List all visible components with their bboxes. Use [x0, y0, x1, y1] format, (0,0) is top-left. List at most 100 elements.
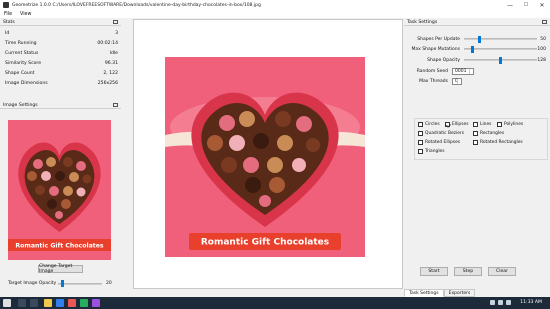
image-settings-title: Image Settings	[3, 102, 38, 108]
float-icon[interactable]	[542, 20, 547, 24]
cortana-icon[interactable]	[18, 299, 26, 307]
maximize-button[interactable]: ☐	[518, 0, 534, 10]
shapes-per-update-slider[interactable]	[464, 38, 537, 40]
stats-title: Stats	[3, 19, 15, 25]
tab-task-settings[interactable]: Task Settings	[404, 289, 444, 297]
start-button[interactable]: Start	[420, 267, 448, 276]
spin-arrows-icon[interactable]	[457, 79, 461, 84]
checkbox-triangles[interactable]: Triangles	[418, 149, 445, 154]
stat-label: Current Status	[5, 50, 39, 56]
volume-icon[interactable]	[498, 300, 503, 305]
shapes-per-update-row: Shapes Per Update 50	[408, 35, 548, 44]
close-button[interactable]: ✕	[534, 0, 550, 10]
max-threads-spinbox[interactable]: 0	[452, 78, 462, 85]
dock-tabs: Task Settings Exporters	[404, 289, 476, 297]
max-shape-mutations-row: Max Shape Mutations 100	[408, 45, 548, 54]
checkbox-box[interactable]	[445, 122, 450, 127]
stats-dock-title: Stats	[0, 19, 121, 26]
stat-value: 3	[115, 30, 118, 36]
menu-view[interactable]: View	[20, 12, 31, 17]
stat-label: Time Running	[5, 40, 37, 46]
max-threads-row: Max Threads 0	[408, 77, 548, 86]
geometrize-taskbar-icon[interactable]	[92, 299, 100, 307]
checkbox-circles[interactable]: Circles	[418, 122, 440, 127]
target-opacity-slider-thumb[interactable]	[61, 280, 65, 287]
checkbox-box[interactable]	[418, 131, 423, 136]
stat-label: Similarity Score	[5, 60, 42, 66]
spin-arrows-icon[interactable]	[469, 69, 473, 74]
float-icon[interactable]	[113, 103, 118, 107]
checkbox-lines[interactable]: Lines	[473, 122, 491, 127]
geometrized-canvas-panel: Romantic Gift Chocolates	[133, 19, 403, 289]
target-opacity-slider[interactable]	[58, 283, 102, 285]
target-image: Romantic Gift Chocolates	[8, 120, 111, 260]
checkbox-rotated-ellipses[interactable]: Rotated Ellipses	[418, 140, 460, 145]
max-shape-mutations-slider-thumb[interactable]	[471, 46, 474, 53]
random-seed-spinbox[interactable]: 0001	[452, 68, 474, 75]
stat-value: 256x256	[97, 80, 118, 86]
stat-row-similarity-score: Similarity Score 96.31	[2, 58, 120, 68]
stat-row-current-status: Current Status Idle	[2, 48, 120, 58]
random-seed-row: Random Seed 0001	[408, 67, 548, 76]
start-icon[interactable]	[3, 299, 11, 307]
stat-row-shape-count: Shape Count 2, 122	[2, 68, 120, 78]
max-shape-mutations-slider[interactable]	[464, 48, 537, 50]
taskbar: 11:33 AM	[0, 297, 550, 309]
step-button[interactable]: Step	[454, 267, 482, 276]
stat-value: 00:02:14	[97, 40, 118, 46]
checkbox-box[interactable]	[418, 122, 423, 127]
chrome-icon[interactable]	[68, 299, 76, 307]
change-target-image-button[interactable]: Change Target Image	[38, 264, 83, 274]
checkbox-box[interactable]	[497, 122, 502, 127]
checkbox-box[interactable]	[473, 140, 478, 145]
menu-bar: File View	[0, 10, 550, 18]
stats-panel: Id 3 Time Running 00:02:14 Current Statu…	[2, 28, 120, 88]
minimize-button[interactable]: —	[502, 0, 518, 10]
float-icon[interactable]	[113, 20, 118, 24]
checkbox-label: Lines	[480, 122, 492, 127]
task-view-icon[interactable]	[30, 299, 38, 307]
stat-label: Image Dimensions	[5, 80, 48, 86]
app-icon[interactable]	[80, 299, 88, 307]
stat-value: Idle	[109, 50, 118, 56]
checkbox-label: Polylines	[504, 122, 524, 127]
menu-file[interactable]: File	[4, 12, 12, 17]
clear-button[interactable]: Clear	[488, 267, 516, 276]
app-icon	[3, 2, 9, 8]
checkbox-quadratic-beziers[interactable]: Quadratic Beziers	[418, 131, 464, 136]
network-icon[interactable]	[490, 300, 495, 305]
checkbox-rotated-rectangles[interactable]: Rotated Rectangles	[473, 140, 523, 145]
shape-opacity-slider-thumb[interactable]	[499, 57, 502, 64]
stat-value: 2, 122	[103, 70, 118, 76]
image-settings-dock-title: Image Settings	[0, 102, 121, 109]
checkbox-label: Rotated Ellipses	[425, 140, 461, 145]
tab-exporters[interactable]: Exporters	[443, 289, 476, 297]
shapes-per-update-slider-thumb[interactable]	[478, 36, 481, 43]
geometrized-image: Romantic Gift Chocolates	[165, 57, 365, 257]
checkbox-box[interactable]	[418, 149, 423, 154]
window-title: Geometrize 1.0.0 C:/Users/ILOVEFREESOFTW…	[12, 2, 261, 8]
target-opacity-value: 20	[106, 281, 112, 286]
random-seed-label: Random Seed	[416, 69, 448, 74]
checkbox-box[interactable]	[473, 122, 478, 127]
checkbox-label: Ellipses	[452, 122, 469, 127]
checkbox-box[interactable]	[418, 140, 423, 145]
shape-opacity-value: 128	[537, 58, 546, 63]
checkbox-box[interactable]	[473, 131, 478, 136]
checkbox-polylines[interactable]: Polylines	[497, 122, 523, 127]
stat-value: 96.31	[104, 60, 118, 66]
edge-icon[interactable]	[56, 299, 64, 307]
checkbox-ellipses[interactable]: Ellipses	[445, 122, 469, 127]
battery-icon[interactable]	[506, 300, 511, 305]
task-settings-dock-title: Task Settings	[404, 19, 550, 26]
checkbox-rectangles[interactable]: Rectangles	[473, 131, 504, 136]
shape-opacity-label: Shape Opacity	[427, 58, 460, 63]
checkbox-label: Triangles	[425, 149, 445, 154]
random-seed-value: 0001	[455, 69, 467, 74]
checkbox-label: Rotated Rectangles	[480, 140, 523, 145]
preview-banner-text: Romantic Gift Chocolates	[15, 243, 104, 250]
file-explorer-icon[interactable]	[44, 299, 52, 307]
stat-label: Id	[5, 30, 10, 36]
task-settings-panel: Task Settings Shapes Per Update 50 Max S…	[404, 19, 550, 289]
max-shape-mutations-value: 100	[537, 47, 546, 52]
